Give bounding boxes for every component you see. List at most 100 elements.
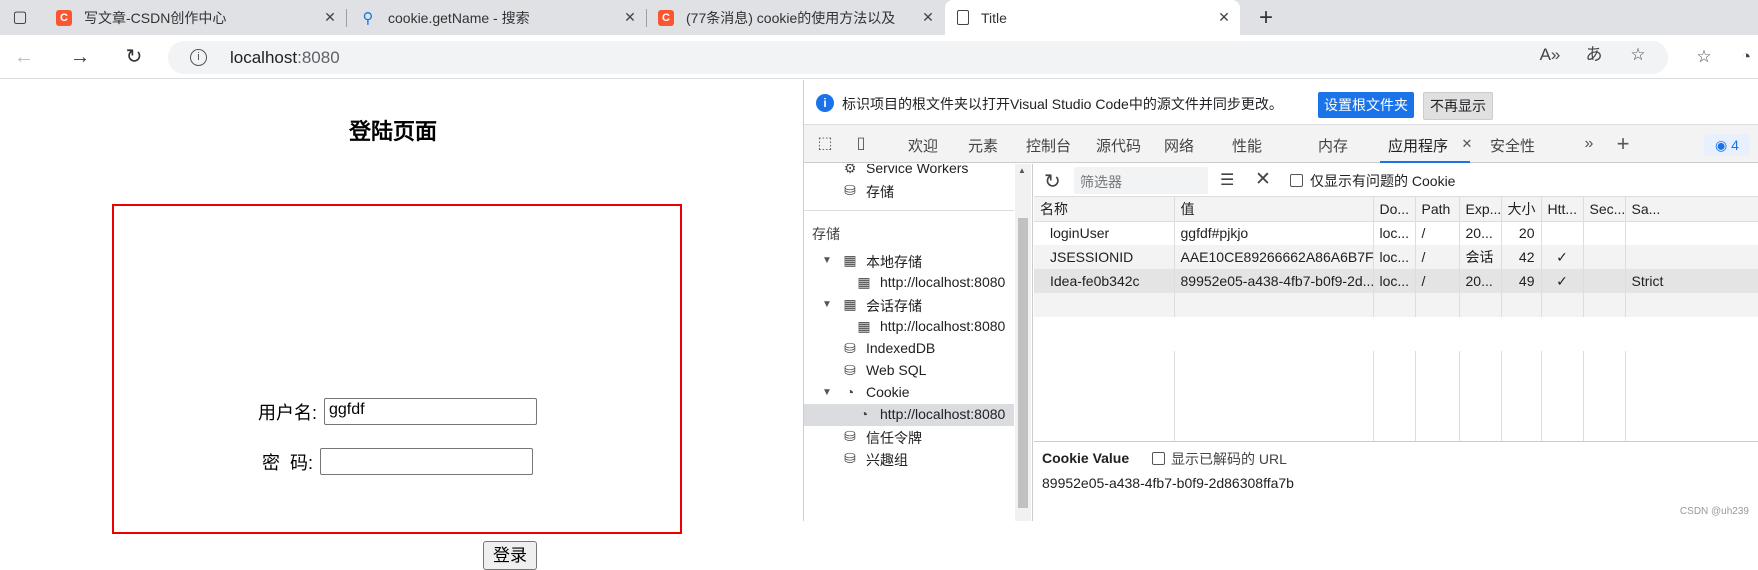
tab-performance[interactable]: 性能 <box>1232 135 1262 156</box>
col-size[interactable]: 大小 <box>1501 197 1542 222</box>
close-icon[interactable]: ✕ <box>1216 9 1232 25</box>
tab-network[interactable]: 网络 <box>1164 135 1194 156</box>
cookie-toolbar: ↻ 筛选器 ☰ ✕ 仅显示有问题的 Cookie <box>1034 164 1758 197</box>
browser-tab-title[interactable]: Title ✕ <box>945 0 1240 35</box>
sidebar-item-indexeddb[interactable]: ⛁ IndexedDB <box>804 338 1014 360</box>
tab-console[interactable]: 控制台 <box>1026 135 1071 156</box>
login-button[interactable]: 登录 <box>483 541 537 570</box>
chevron-down-icon[interactable]: ▼ <box>822 387 832 398</box>
tab-sources[interactable]: 源代码 <box>1096 135 1141 156</box>
sidebar-item-session-storage[interactable]: ▼ ▦ 会话存储 <box>804 294 1014 316</box>
col-value[interactable]: 值 <box>1174 197 1374 222</box>
tab-actions-icon[interactable]: ▢ <box>6 4 34 32</box>
table-header: 名称 值 Do... Path Exp... 大小 Htt... Sec... … <box>1034 197 1758 222</box>
tab-elements[interactable]: 元素 <box>968 135 998 156</box>
col-path[interactable]: Path <box>1415 197 1460 222</box>
set-root-folder-button[interactable]: 设置根文件夹 <box>1318 92 1414 118</box>
tab-welcome[interactable]: 欢迎 <box>908 135 938 156</box>
col-httponly[interactable]: Htt... <box>1541 197 1584 222</box>
tab-title: 写文章-CSDN创作中心 <box>84 9 227 26</box>
sidebar-item-local-storage[interactable]: ▼ ▦ 本地存储 <box>804 250 1014 272</box>
grid-icon: ▦ <box>857 318 871 334</box>
browser-tab-bar: ▢ C 写文章-CSDN创作中心 ✕ ⚲ cookie.getName - 搜索… <box>0 0 1758 35</box>
sidebar-item-service-workers[interactable]: ⚙ Service Workers <box>804 164 1014 180</box>
sidebar-item-interest-groups[interactable]: ⛁ 兴趣组 <box>804 448 1014 470</box>
column-divider <box>1459 351 1460 441</box>
sidebar-item-session-origin[interactable]: ▦ http://localhost:8080 <box>804 316 1014 338</box>
tab-security[interactable]: 安全性 <box>1490 135 1535 156</box>
tab-separator <box>646 9 647 27</box>
column-divider <box>1174 351 1175 441</box>
tab-application[interactable]: 应用程序 <box>1379 135 1471 163</box>
col-samesite[interactable]: Sa... <box>1625 197 1758 222</box>
database-icon: ⛁ <box>844 340 856 356</box>
table-row-empty <box>1034 293 1758 317</box>
password-label: 密 码: <box>262 453 314 473</box>
sidebar-item-cookie-origin[interactable]: ◔ http://localhost:8080 <box>804 404 1014 426</box>
table-row[interactable]: Idea-fe0b342c 89952e05-a438-4fb7-b0f9-2d… <box>1034 269 1758 293</box>
column-divider <box>1625 351 1626 441</box>
column-divider <box>1501 351 1502 441</box>
sidebar-scrollbar[interactable]: ▲ <box>1015 164 1031 521</box>
browser-tab-csdn-article[interactable]: C (77条消息) cookie的使用方法以及 ✕ <box>658 0 944 35</box>
gear-icon: ⚙ <box>843 164 857 176</box>
col-secure[interactable]: Sec... <box>1583 197 1626 222</box>
only-issues-checkbox[interactable] <box>1290 174 1303 187</box>
cookie-icon: ◔ <box>845 384 855 400</box>
grid-icon: ▦ <box>857 274 871 290</box>
sidebar-item-websql[interactable]: ⛁ Web SQL <box>804 360 1014 382</box>
cookie-value-text[interactable]: 89952e05-a438-4fb7-b0f9-2d86308ffa7b <box>1042 475 1294 491</box>
reload-icon[interactable]: ↻ <box>120 43 148 71</box>
browser-tab-search[interactable]: ⚲ cookie.getName - 搜索 ✕ <box>360 0 646 35</box>
scroll-up-icon[interactable]: ▲ <box>1018 166 1026 175</box>
issues-badge[interactable]: ◉ 4 <box>1704 134 1750 156</box>
database-icon: ⛁ <box>844 450 856 466</box>
tab-memory[interactable]: 内存 <box>1318 135 1348 156</box>
dont-show-again-button[interactable]: 不再显示 <box>1423 92 1493 120</box>
col-domain[interactable]: Do... <box>1373 197 1416 222</box>
show-decoded-checkbox[interactable] <box>1152 452 1165 465</box>
sidebar-item-storage[interactable]: ⛁ 存储 <box>804 180 1014 202</box>
refresh-icon[interactable]: ↻ <box>1044 169 1061 194</box>
device-toolbar-icon[interactable]: ▯ <box>850 133 872 155</box>
favorites-icon[interactable]: ☆ <box>1690 43 1718 71</box>
close-icon[interactable]: ✕ <box>920 9 936 25</box>
address-bar-row: ← → ↻ i localhost:8080 A» あ ☆ ☆ ◔ <box>0 35 1758 79</box>
username-input[interactable]: ggfdf <box>324 398 537 425</box>
cookie-table: 名称 值 Do... Path Exp... 大小 Htt... Sec... … <box>1034 197 1758 317</box>
sidebar-item-trust-tokens[interactable]: ⛁ 信任令牌 <box>804 426 1014 448</box>
only-issues-label: 仅显示有问题的 Cookie <box>1310 173 1456 189</box>
info-icon: i <box>816 94 834 112</box>
sidebar-item-cookie[interactable]: ▼ ◔ Cookie <box>804 382 1014 404</box>
table-row[interactable]: loginUser ggfdf#pjkjo loc... / 20... 20 <box>1034 221 1758 245</box>
col-expires[interactable]: Exp... <box>1459 197 1502 222</box>
sidebar-item-local-origin[interactable]: ▦ http://localhost:8080 <box>804 272 1014 294</box>
application-sidebar: ⚙ Service Workers ⛁ 存储 存储 ▼ ▦ 本地存储 ▦ htt… <box>804 164 1033 521</box>
back-icon[interactable]: ← <box>10 43 38 71</box>
password-input[interactable] <box>320 448 533 475</box>
add-tab-icon[interactable]: + <box>1612 133 1634 155</box>
close-icon[interactable]: ✕ <box>322 9 338 25</box>
clear-all-icon[interactable]: ✕ <box>1255 168 1271 191</box>
chevron-down-icon[interactable]: ▼ <box>822 255 832 266</box>
translate-icon[interactable]: あ <box>1580 41 1608 69</box>
browser-tab-csdn-write[interactable]: C 写文章-CSDN创作中心 ✕ <box>56 0 346 35</box>
profile-icon[interactable]: ◔ <box>1732 43 1758 71</box>
table-row[interactable]: JSESSIONID AAE10CE89266662A86A6B7F... lo… <box>1034 245 1758 269</box>
scrollbar-thumb[interactable] <box>1018 218 1028 508</box>
close-icon[interactable]: ✕ <box>622 9 638 25</box>
more-tabs-icon[interactable]: » <box>1578 133 1600 155</box>
close-icon[interactable]: ✕ <box>1456 133 1478 155</box>
col-name[interactable]: 名称 <box>1034 197 1175 222</box>
read-aloud-icon[interactable]: A» <box>1536 41 1564 69</box>
filter-input[interactable]: 筛选器 <box>1074 167 1208 194</box>
new-tab-icon[interactable]: + <box>1252 4 1280 32</box>
forward-icon[interactable]: → <box>66 43 94 71</box>
chevron-down-icon[interactable]: ▼ <box>822 299 832 310</box>
address-field[interactable]: i localhost:8080 A» あ ☆ <box>168 41 1668 74</box>
csdn-icon: C <box>56 9 72 26</box>
clear-filtered-icon[interactable]: ☰ <box>1220 170 1234 190</box>
favorite-add-icon[interactable]: ☆ <box>1624 41 1652 69</box>
info-icon[interactable]: i <box>190 49 207 66</box>
inspect-icon[interactable]: ⬚ <box>814 133 836 155</box>
